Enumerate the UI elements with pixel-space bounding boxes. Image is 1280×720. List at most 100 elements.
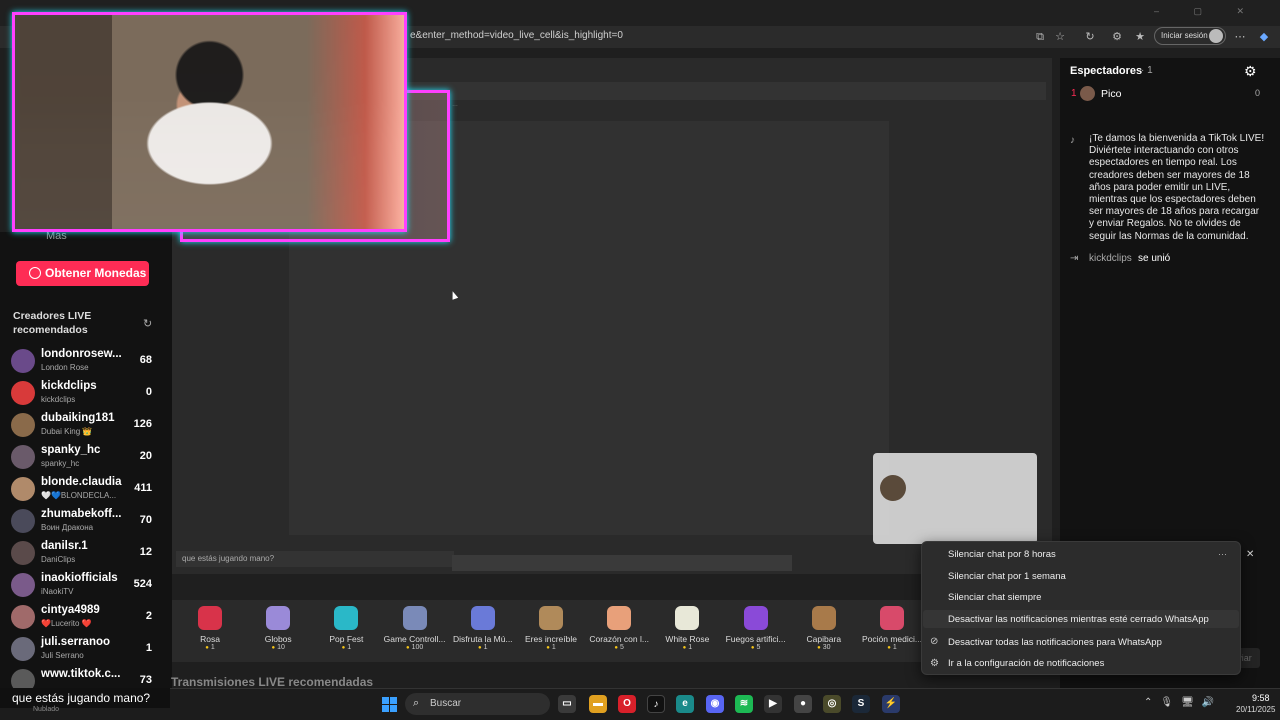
login-button[interactable]: Iniciar sesión: [1154, 27, 1226, 45]
close-icon[interactable]: ✕: [1246, 549, 1254, 560]
gift-icon: [743, 606, 768, 630]
creator-avatar: [11, 541, 35, 565]
url-text[interactable]: e&enter_method=video_live_cell&is_highli…: [410, 30, 623, 41]
gift-item[interactable]: White Rose1: [651, 606, 723, 658]
gear-icon: ⚙: [930, 658, 939, 669]
refresh-recommendations-icon[interactable]: ↻: [143, 317, 152, 330]
file-explorer-icon[interactable]: ▬: [589, 695, 607, 713]
creator-viewer-count: 2: [145, 610, 152, 622]
mute-1-week-item[interactable]: Silenciar chat por 1 semana: [948, 571, 1066, 582]
joined-text: se unió: [1138, 253, 1171, 264]
settings-gear-icon[interactable]: ⚙: [1244, 63, 1257, 80]
creator-item[interactable]: cintya4989 ❤️Lucerito ❤️ 2: [10, 603, 160, 633]
gift-name: Capibara: [806, 634, 842, 644]
creator-item[interactable]: londonrosew... London Rose 68: [10, 347, 160, 377]
gift-name: White Rose: [665, 634, 710, 644]
windows-start-icon[interactable]: [382, 697, 397, 712]
gift-icon: [334, 606, 359, 630]
clock-time[interactable]: 9:58: [1252, 693, 1270, 703]
top-viewer-name[interactable]: Pico: [1101, 88, 1121, 100]
obs-icon[interactable]: ●: [794, 695, 812, 713]
notification-settings-item[interactable]: Ir a la configuración de notificaciones: [948, 658, 1104, 669]
creator-name: danilsr.1: [41, 540, 88, 552]
weather-label: Nublado: [33, 706, 60, 713]
gift-icon: [198, 606, 222, 630]
gift-item[interactable]: Corazón con l...5: [583, 606, 655, 658]
creator-avatar: [11, 605, 35, 629]
creator-item[interactable]: blonde.claudia 🤍💙BLONDECLA... 411: [10, 475, 160, 505]
mute-8-hours-item[interactable]: Silenciar chat por 8 horas: [948, 549, 1056, 560]
creator-avatar: [11, 509, 35, 533]
gift-item[interactable]: Disfruta la Mú...1: [447, 606, 519, 658]
creator-name: dubaiking181: [41, 412, 115, 424]
gift-item[interactable]: Fuegos artifici...5: [720, 606, 792, 658]
creator-item[interactable]: zhumabekoff... Воин Дракона 70: [10, 507, 160, 537]
gift-icon: [607, 606, 632, 630]
creator-avatar: [11, 349, 35, 373]
gift-icon: [539, 606, 563, 630]
tiktok-app-icon[interactable]: ♪: [647, 695, 665, 713]
app-icon[interactable]: ◎: [823, 695, 841, 713]
recommended-creators-title: Creadores LIVE recomendados: [13, 310, 92, 336]
gift-name: Rosa: [200, 634, 220, 644]
gift-price: 100: [379, 644, 451, 651]
joined-username[interactable]: kickdclips: [1089, 253, 1132, 264]
gift-name: Eres increíble: [525, 634, 577, 644]
gift-price: 1: [310, 644, 382, 651]
menu-more-icon[interactable]: ⋯: [1218, 549, 1227, 560]
gift-icon: [811, 606, 836, 630]
steam-icon[interactable]: S: [852, 695, 870, 713]
taskbar-search-input[interactable]: Buscar: [405, 693, 550, 715]
capcut-icon[interactable]: ⚡: [882, 695, 900, 713]
creator-item[interactable]: inaokiofficials iNaokiTV 524: [10, 571, 160, 601]
disable-while-closed-item[interactable]: Desactivar las notificaciones mientras e…: [948, 614, 1209, 625]
creator-subtitle: 🤍💙BLONDECLA...: [41, 491, 117, 500]
gift-price: 1: [856, 644, 928, 651]
window-controls[interactable]: – ▢ ✕: [1154, 6, 1260, 17]
gift-item[interactable]: Pop Fest1: [310, 606, 382, 658]
mute-forever-item[interactable]: Silenciar chat siempre: [948, 592, 1041, 603]
clock-date[interactable]: 20/11/2025: [1236, 705, 1275, 714]
favorite-star-icon[interactable]: ☆: [1053, 30, 1067, 44]
gift-item[interactable]: Poción medici...1: [856, 606, 928, 658]
gift-price: 1: [447, 644, 519, 651]
open-external-icon[interactable]: ⧉: [1033, 30, 1047, 44]
creator-viewer-count: 1: [145, 642, 152, 654]
refresh-icon[interactable]: ↻: [1083, 30, 1097, 44]
system-tray[interactable]: ⌃🎙🖥🔊: [1144, 697, 1222, 708]
creator-viewer-count: 12: [139, 546, 152, 558]
creator-item[interactable]: danilsr.1 DaniClips 12: [10, 539, 160, 569]
gift-item[interactable]: Rosa1: [174, 606, 246, 658]
creator-name: inaokiofficials: [41, 572, 118, 584]
nested-taskbar: [452, 555, 792, 571]
creator-item[interactable]: kickdclips kickdclips 0: [10, 379, 160, 409]
get-coins-button[interactable]: Obtener Monedas: [16, 261, 149, 286]
discord-icon[interactable]: ◉: [706, 695, 724, 713]
creator-subtitle: iNaokiTV: [41, 587, 74, 596]
creator-item[interactable]: juli.serranoo Juli Serrano 1: [10, 635, 160, 665]
favorites-icon[interactable]: ★: [1133, 30, 1147, 44]
gift-icon: [470, 606, 495, 630]
join-icon: ⇥: [1070, 253, 1079, 264]
copilot-icon[interactable]: ◆: [1257, 30, 1271, 44]
terminal-icon[interactable]: ▶: [764, 695, 782, 713]
extension-icon[interactable]: ⚙: [1110, 30, 1124, 44]
creator-subtitle: Dubai King 👑: [41, 427, 93, 436]
opera-icon[interactable]: O: [618, 695, 636, 713]
spotify-icon[interactable]: ≋: [735, 695, 753, 713]
creator-name: kickdclips: [41, 380, 97, 392]
top-viewer-avatar[interactable]: [1080, 86, 1095, 101]
gift-item[interactable]: Globos10: [242, 606, 314, 658]
edge-icon[interactable]: e: [676, 695, 694, 713]
gift-item[interactable]: Game Controll...100: [379, 606, 451, 658]
task-view-icon[interactable]: ▭: [558, 695, 576, 713]
gift-item[interactable]: Eres increíble1: [515, 606, 587, 658]
more-options-icon[interactable]: ⋯: [1233, 30, 1247, 44]
creator-item[interactable]: spanky_hc spanky_hc 20: [10, 443, 160, 473]
gift-item[interactable]: Capibara30: [788, 606, 860, 658]
tiktok-icon: ♪: [1070, 135, 1075, 146]
creator-item[interactable]: dubaiking181 Dubai King 👑 126: [10, 411, 160, 441]
creator-name: zhumabekoff...: [41, 508, 122, 520]
disable-all-item[interactable]: Desactivar todas las notificaciones para…: [948, 637, 1162, 648]
welcome-message: ¡Te damos la bienvenida a TikTok LIVE! D…: [1089, 133, 1265, 242]
